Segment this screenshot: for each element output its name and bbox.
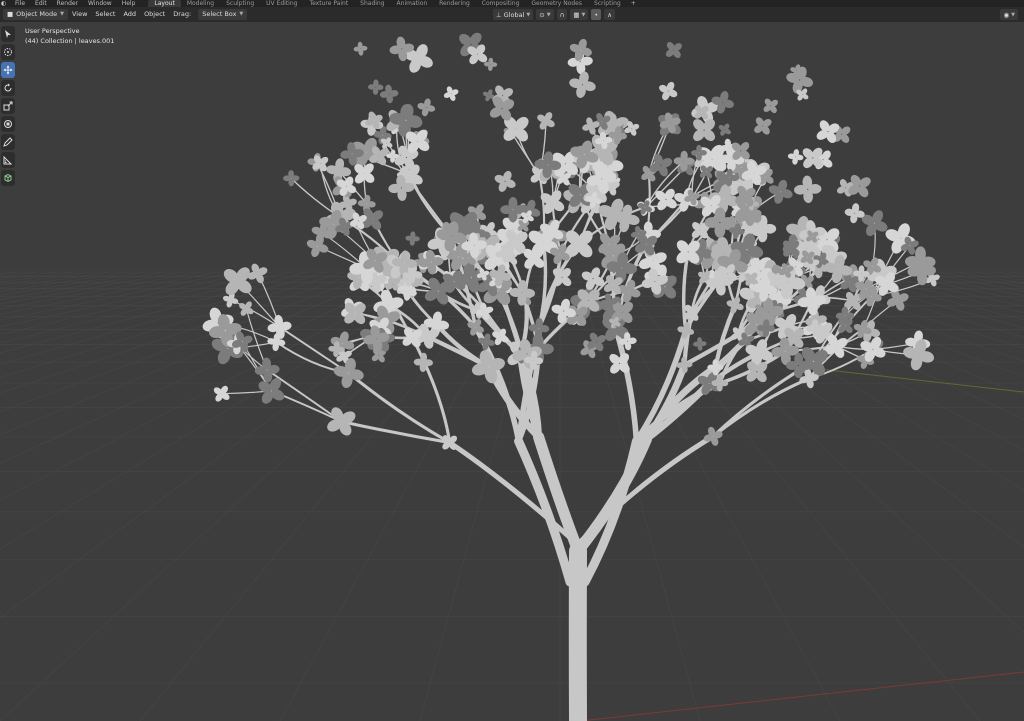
- add-workspace-button[interactable]: +: [627, 0, 640, 7]
- proportional-edit-toggle[interactable]: •: [591, 9, 602, 20]
- leaf-cluster: [718, 123, 731, 136]
- menu-edit[interactable]: Edit: [30, 0, 52, 7]
- tree-object[interactable]: [201, 30, 941, 721]
- leaf-cluster: [494, 170, 516, 192]
- drag-label: Drag:: [173, 10, 192, 18]
- scale-tool[interactable]: [1, 98, 15, 114]
- snap-increment-icon: ▦: [573, 10, 580, 19]
- leaf-cluster: [794, 175, 822, 204]
- tab-compositing[interactable]: Compositing: [476, 0, 526, 7]
- menu-window[interactable]: Window: [83, 0, 117, 7]
- tab-geometry-nodes[interactable]: Geometry Nodes: [525, 0, 588, 7]
- object-mode-icon: ■: [7, 10, 14, 18]
- move-arrows-icon: [3, 65, 13, 75]
- tab-sculpting[interactable]: Sculpting: [220, 0, 260, 7]
- tool-shelf: [0, 26, 16, 186]
- visibility-selector[interactable]: ◉ ▼: [1000, 9, 1018, 20]
- falloff-icon: ∧: [607, 10, 612, 19]
- leaf-cluster: [353, 41, 368, 56]
- leaf-cluster: [609, 353, 630, 374]
- header-right-tools: ◉ ▼: [1000, 9, 1018, 20]
- menu-file[interactable]: File: [10, 0, 30, 7]
- add-menu[interactable]: Add: [119, 9, 140, 20]
- chevron-down-icon: ▼: [581, 11, 586, 18]
- select-box-tool[interactable]: [1, 26, 15, 42]
- viewport-header: ■ Object Mode ▼ View Select Add Object D…: [0, 7, 1024, 22]
- chevron-down-icon: ▼: [60, 11, 64, 17]
- viewport-info: User Perspective (44) Collection | leave…: [25, 26, 114, 46]
- scale-icon: [3, 101, 13, 111]
- falloff-selector[interactable]: ∧: [604, 9, 615, 20]
- blender-logo-icon[interactable]: ◐: [1, 0, 8, 7]
- leaf-cluster: [405, 231, 420, 246]
- cursor-arrow-icon: [5, 30, 11, 38]
- rotate-tool[interactable]: [1, 80, 15, 96]
- pencil-icon: [3, 137, 13, 147]
- leaf-cluster: [443, 86, 459, 101]
- pivot-icon: ⊙: [539, 10, 545, 19]
- proportional-icon: •: [594, 10, 599, 19]
- leaf-cluster: [417, 98, 436, 117]
- select-menu[interactable]: Select: [91, 9, 119, 20]
- view-name: User Perspective: [25, 27, 80, 35]
- top-bar: ◐ File Edit Render Window Help Layout Mo…: [0, 0, 1024, 7]
- menu-help[interactable]: Help: [117, 0, 141, 7]
- transform-tool[interactable]: [1, 116, 15, 132]
- snap-toggle[interactable]: ∩: [556, 9, 568, 20]
- cursor-tool[interactable]: [1, 44, 15, 60]
- eye-icon: ◉: [1003, 10, 1010, 19]
- orientation-icon: ⊥: [496, 10, 502, 19]
- chevron-down-icon: ▼: [526, 11, 531, 18]
- tab-modeling[interactable]: Modeling: [181, 0, 220, 7]
- rotate-icon: [4, 83, 12, 92]
- main-menu: File Edit Render Window Help: [10, 0, 140, 7]
- collection-info: (44) Collection | leaves.001: [25, 37, 115, 45]
- chevron-down-icon: ▼: [239, 11, 244, 17]
- transform-orientation-selector[interactable]: ⊥ Global ▼: [493, 9, 534, 20]
- view-menu[interactable]: View: [68, 9, 91, 20]
- move-tool[interactable]: [1, 62, 15, 78]
- tab-shading[interactable]: Shading: [354, 0, 390, 7]
- drag-value: Select Box: [202, 10, 237, 18]
- x-axis-line: [579, 671, 1024, 721]
- leaf-cluster: [763, 98, 779, 114]
- tab-texture-paint[interactable]: Texture Paint: [303, 0, 354, 7]
- tab-uv-editing[interactable]: UV Editing: [260, 0, 303, 7]
- tab-animation[interactable]: Animation: [391, 0, 434, 7]
- leaf-cluster: [569, 71, 596, 98]
- tab-layout[interactable]: Layout: [148, 0, 181, 7]
- measure-tool[interactable]: [1, 152, 15, 168]
- menu-render[interactable]: Render: [52, 0, 83, 7]
- drag-selector[interactable]: Select Box ▼: [198, 9, 248, 20]
- transform-icon: [4, 120, 12, 128]
- tab-rendering[interactable]: Rendering: [433, 0, 476, 7]
- orientation-label: Global: [503, 10, 525, 19]
- tab-scripting[interactable]: Scripting: [588, 0, 627, 7]
- leaf-cluster: [659, 81, 678, 101]
- object-menu[interactable]: Object: [140, 9, 169, 20]
- chevron-down-icon: ▼: [1011, 11, 1015, 18]
- snap-target-selector[interactable]: ▦ ▼: [570, 9, 589, 20]
- annotate-tool[interactable]: [1, 134, 15, 150]
- mode-selector[interactable]: ■ Object Mode ▼: [3, 9, 68, 20]
- cube-icon: [4, 173, 12, 183]
- ruler-icon: [3, 155, 13, 165]
- mode-label: Object Mode: [16, 10, 58, 18]
- leaf-cluster: [754, 117, 772, 135]
- leaf-cluster: [580, 340, 599, 359]
- leaf-cluster: [787, 149, 804, 165]
- 3d-viewport[interactable]: [0, 22, 1024, 721]
- crosshair-icon: [4, 48, 12, 56]
- leaf-cluster: [693, 119, 716, 142]
- transform-tools: ⊥ Global ▼ ⊙ ▼ ∩ ▦ ▼ • ∧: [493, 9, 615, 20]
- workspace-tabs: Layout Modeling Sculpting UV Editing Tex…: [148, 0, 639, 7]
- pivot-selector[interactable]: ⊙ ▼: [536, 9, 554, 20]
- chevron-down-icon: ▼: [546, 11, 551, 18]
- magnet-icon: ∩: [559, 10, 565, 19]
- leaf-cluster: [665, 41, 682, 59]
- tree-branch: [410, 335, 452, 445]
- add-cube-tool[interactable]: [1, 170, 15, 186]
